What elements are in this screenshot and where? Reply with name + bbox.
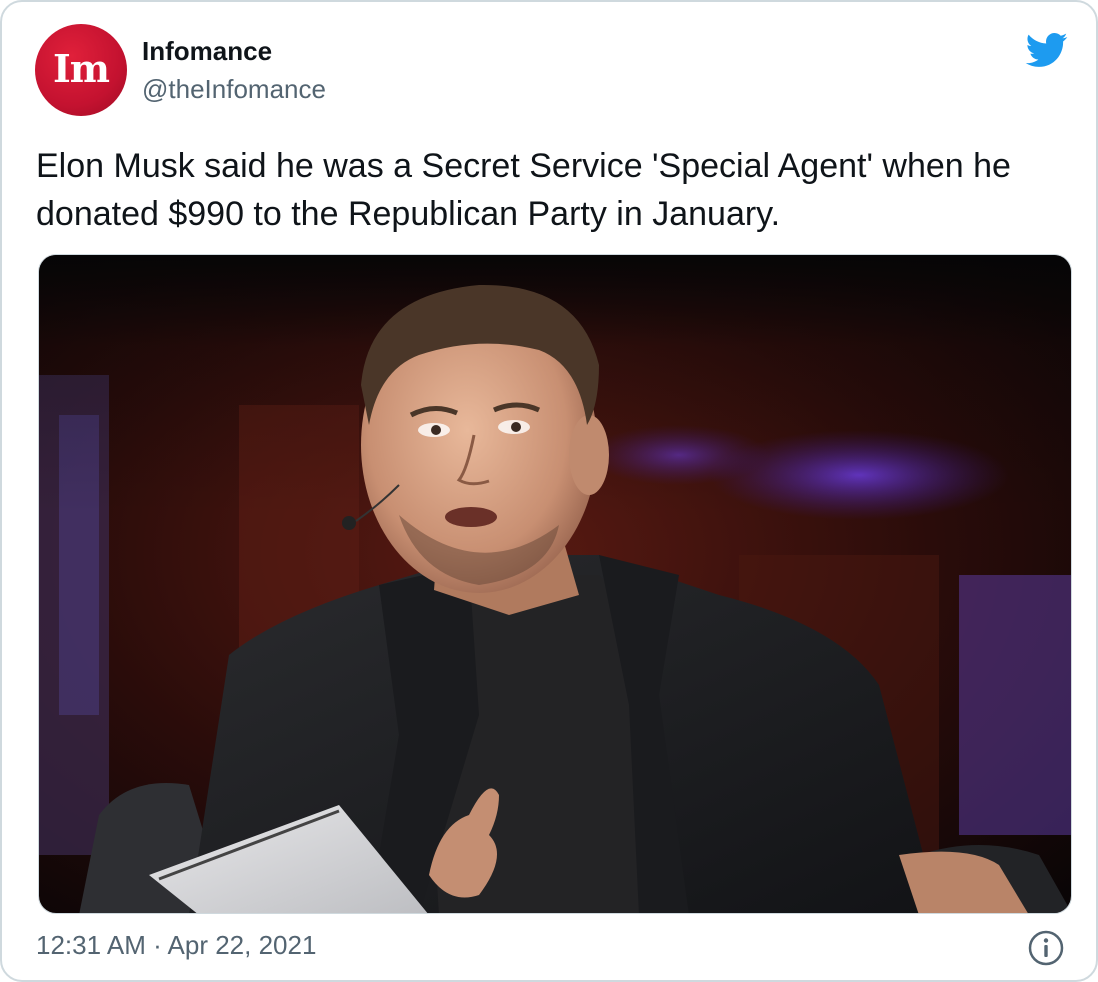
info-icon[interactable] bbox=[1028, 930, 1064, 966]
avatar[interactable]: Im bbox=[35, 24, 127, 116]
twitter-bird-icon[interactable] bbox=[1020, 28, 1072, 72]
tweet-photo[interactable] bbox=[38, 254, 1072, 914]
author-handle[interactable]: @theInfomance bbox=[142, 74, 326, 105]
photo-illustration bbox=[39, 255, 1071, 913]
tweet-timestamp[interactable]: 12:31 AM · Apr 22, 2021 bbox=[36, 930, 316, 961]
tweet-text: Elon Musk said he was a Secret Service '… bbox=[36, 147, 1011, 233]
tweet-card: Im Infomance @theInfomance Elon Musk sai… bbox=[0, 0, 1098, 982]
avatar-logo-text: Im bbox=[53, 45, 110, 91]
author-name[interactable]: Infomance bbox=[142, 36, 272, 67]
